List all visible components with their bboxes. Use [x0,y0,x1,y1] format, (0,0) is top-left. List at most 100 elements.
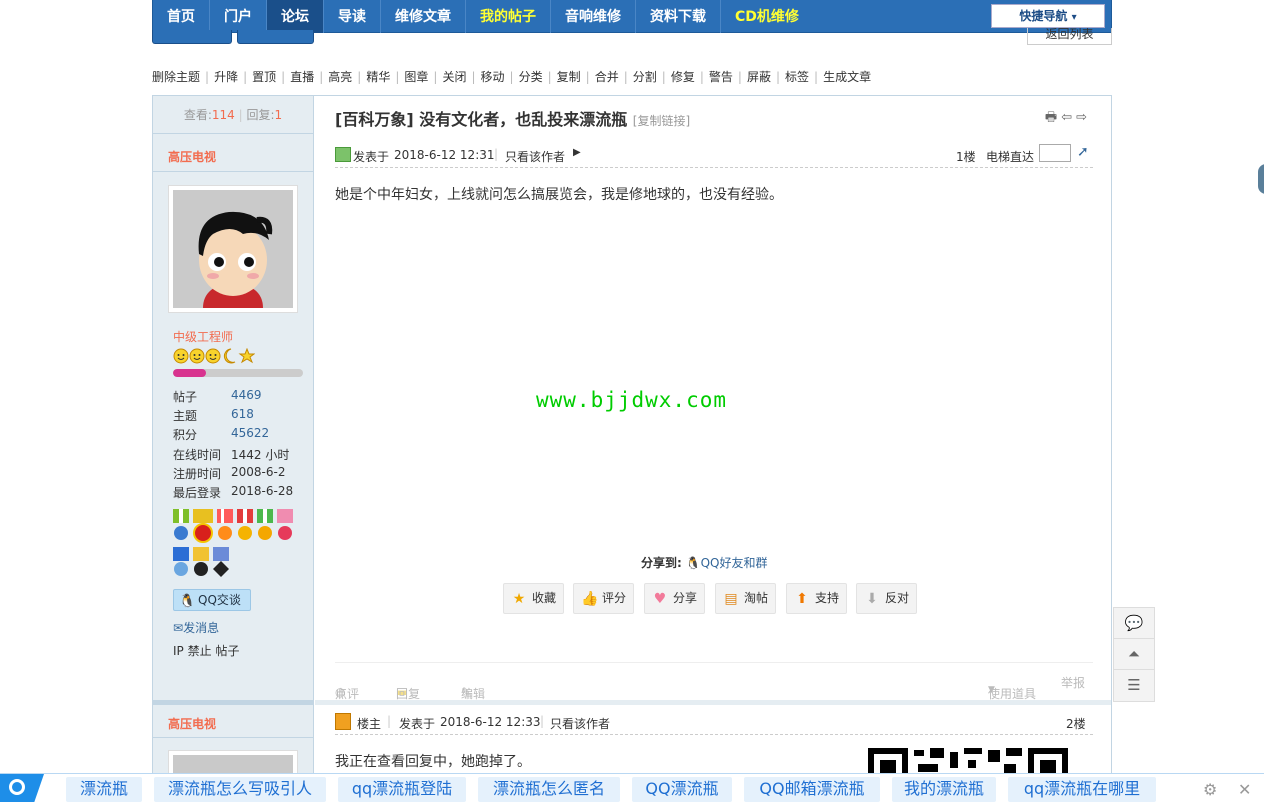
elevator-input[interactable] [1039,144,1071,162]
keyword-6[interactable]: 我的漂流瓶 [892,777,996,802]
replies-label: 回复: [246,108,275,122]
user-level[interactable]: 中级工程师 [173,328,233,345]
posted-time: 2018-6-12 12:31 [394,148,495,162]
favorite-label: 收藏 [532,591,557,605]
nav-guide[interactable]: 导读 [324,0,381,33]
prev-thread-icon[interactable]: ⇦ [1061,110,1076,125]
modbar-item[interactable]: 生成文章 [823,70,871,84]
modbar-item[interactable]: 高亮 [328,70,352,84]
stat-label: 主题 [173,409,198,423]
back-to-top-icon[interactable]: ⏶ [1114,639,1154,670]
only-author-link[interactable]: 只看该作者 [505,148,565,165]
next-thread-icon[interactable]: ⇨ [1076,110,1091,125]
reply-button[interactable] [237,30,314,44]
stat-threads: 主题 618 [173,407,254,424]
modbar-item[interactable]: 屏蔽 [747,70,771,84]
stat-value[interactable]: 4469 [231,388,262,402]
author-name-2[interactable]: 高压电视 [168,715,216,732]
nav-audio-repair[interactable]: 音响维修 [551,0,636,33]
modbar-item[interactable]: 移动 [481,70,505,84]
modbar-item[interactable]: 精华 [366,70,390,84]
qq-chat-button[interactable]: 🐧 QQ交谈 [173,589,251,611]
nav-cd-repair[interactable]: CD机维修 [721,0,813,33]
thumb-icon: 👍 [581,591,599,607]
report-link[interactable]: 举报 [1061,674,1085,691]
back-list-label: 返回列表 [1045,28,1094,41]
keyword-1[interactable]: 漂流瓶怎么写吸引人 [154,777,326,802]
meta-sep: | [387,714,392,728]
modbar-item[interactable]: 升降 [214,70,238,84]
stat-last-login: 最后登录 2018-6-28 [173,484,293,501]
chevron-down-icon: ▾ [1071,12,1077,23]
modbar-item[interactable]: 合并 [595,70,619,84]
keyword-2[interactable]: qq漂流瓶登陆 [338,777,466,802]
favorite-button[interactable]: ★ 收藏 [503,583,564,614]
quick-nav-dropdown[interactable]: 快捷导航 ▾ [991,4,1105,28]
share-qq-link[interactable]: QQ好友和群 [701,556,768,570]
modbar-separator: | [814,70,819,84]
medals-icon[interactable] [173,509,303,581]
nav-repair-articles[interactable]: 维修文章 [381,0,466,33]
author-name[interactable]: 高压电视 [168,148,216,165]
floor-number[interactable]: 1楼 [956,148,976,165]
star-icon: ★ [512,591,526,607]
nav-home[interactable]: 首页 [153,0,210,33]
keyword-3[interactable]: 漂流瓶怎么匿名 [478,777,620,802]
back-to-list-link[interactable]: 返回列表 [1027,28,1112,45]
settings-icon[interactable]: ⚙ [1203,780,1217,799]
floor-number-2[interactable]: 2楼 [1066,715,1086,732]
nav-forum[interactable]: 论坛 [267,0,324,33]
meta-sep: | [540,714,545,728]
nav-downloads[interactable]: 资料下载 [636,0,721,33]
qq-penguin-icon: 🐧 [179,594,196,609]
avatar[interactable] [168,185,298,313]
collect-button[interactable]: ▤ 淘帖 [715,583,776,614]
comment-bubble-icon[interactable]: 💬 [1114,608,1154,639]
side-handle[interactable] [1258,164,1264,194]
print-icon[interactable]: 🖶 [1045,110,1061,125]
keyword-4[interactable]: QQ漂流瓶 [632,777,732,802]
stat-value[interactable]: 618 [231,407,254,421]
sidebar-divider [153,171,313,172]
support-button[interactable]: ⬆ 支持 [786,583,847,614]
new-post-button[interactable] [152,30,232,44]
search-logo-icon[interactable] [0,774,44,802]
modbar-item[interactable]: 修复 [671,70,695,84]
modbar-item[interactable]: 置顶 [252,70,276,84]
keyword-0[interactable]: 漂流瓶 [66,777,142,802]
nav-my-posts[interactable]: 我的帖子 [466,0,551,33]
heart-icon: ♥ [653,591,667,607]
keyword-7[interactable]: qq漂流瓶在哪里 [1008,777,1156,802]
nav-portal[interactable]: 门户 [210,0,267,33]
post-body: 她是个中年妇女，上线就问怎么搞展览会，我是修地球的，也没有经验。 [335,187,783,203]
ip-link[interactable]: IP [173,644,184,658]
list-icon[interactable]: ☰ [1114,670,1154,701]
modbar-item[interactable]: 分割 [633,70,657,84]
level-progress-fill [173,369,206,377]
oppose-label: 反对 [885,591,910,605]
modbar-separator: | [243,70,248,84]
modbar-item[interactable]: 关闭 [442,70,466,84]
only-author-link-2[interactable]: 只看该作者 [550,715,610,732]
posted-time-2: 2018-6-12 12:33 [440,715,541,729]
ban-link[interactable]: 禁止 [188,644,212,658]
modbar-item[interactable]: 分类 [519,70,543,84]
modbar-item[interactable]: 标签 [785,70,809,84]
chevron-down-icon: ▼ [988,685,995,695]
stat-value[interactable]: 45622 [231,426,269,440]
rate-button[interactable]: 👍 评分 [573,583,634,614]
go-arrow-icon[interactable]: ➚ [1077,144,1089,160]
posts-link[interactable]: 帖子 [215,644,239,658]
send-message-link[interactable]: ✉发消息 [173,619,219,636]
modbar-item[interactable]: 图章 [404,70,428,84]
modbar-item[interactable]: 直播 [290,70,314,84]
copy-link-button[interactable]: [复制链接] [633,114,690,128]
modbar-item[interactable]: 复制 [557,70,581,84]
floating-toolbar: 💬 ⏶ ☰ [1113,607,1155,702]
share-button[interactable]: ♥ 分享 [644,583,705,614]
oppose-button[interactable]: ⬇ 反对 [856,583,917,614]
modbar-item[interactable]: 删除主题 [152,70,200,84]
modbar-item[interactable]: 警告 [709,70,733,84]
keyword-5[interactable]: QQ邮箱漂流瓶 [744,777,880,802]
close-icon[interactable]: ✕ [1238,780,1251,799]
